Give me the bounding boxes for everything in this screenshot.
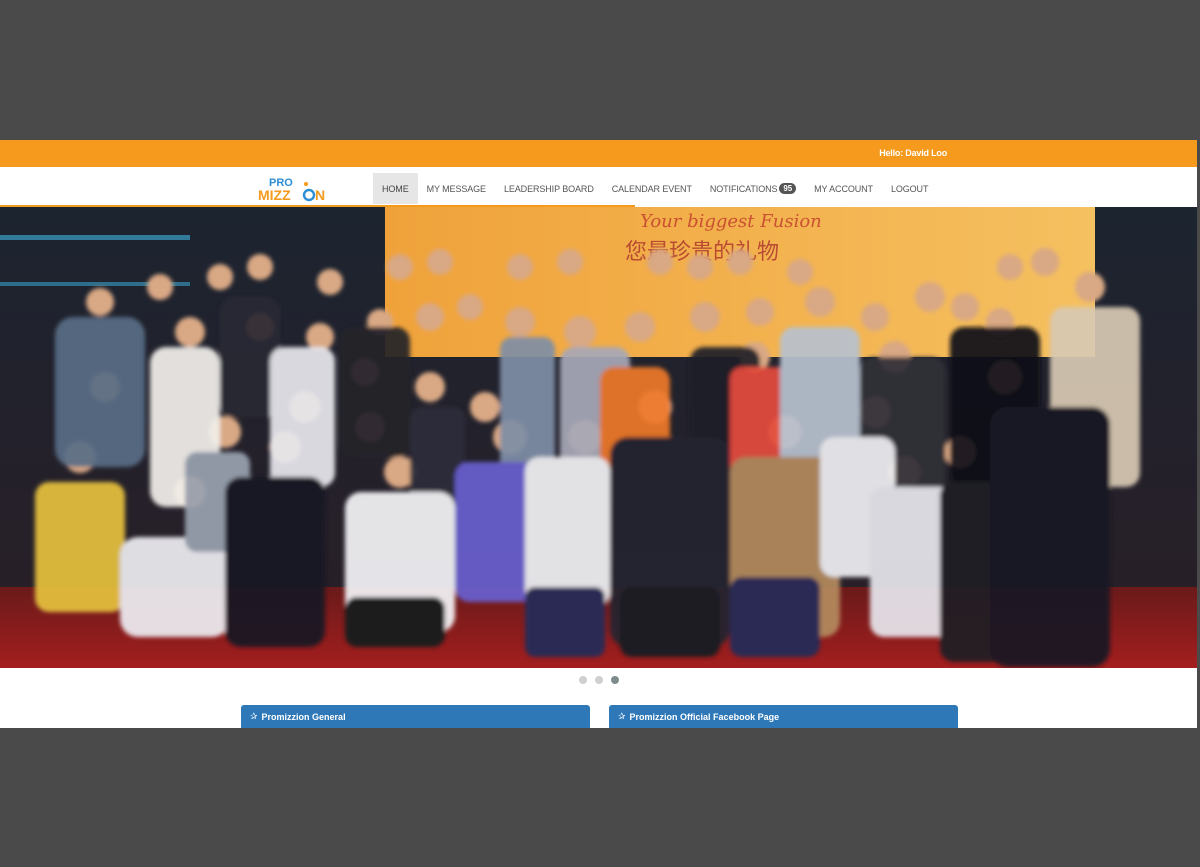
logo-o-ring: [302, 188, 316, 202]
nav-my-account[interactable]: MY ACCOUNT: [805, 173, 882, 204]
top-bar: Hello: David Loo: [0, 140, 1197, 167]
carousel-dot-1[interactable]: [578, 676, 587, 684]
star-icon: ✰: [250, 711, 258, 721]
stage-light-bar: [0, 235, 190, 240]
nav-logout-label: LOGOUT: [890, 183, 929, 194]
panel-title: Promizzion General: [261, 711, 346, 722]
nav-my-message[interactable]: MY MESSAGE: [418, 173, 495, 204]
nav-my-message-label: MY MESSAGE: [426, 183, 486, 194]
browser-viewport: Hello: David Loo PRO MIZZ N HOME MY MESS…: [0, 140, 1197, 728]
logo-text-end: N: [315, 187, 325, 202]
banner-english-text: Your biggest Fusion: [640, 211, 822, 232]
star-icon: ✰: [618, 711, 626, 721]
group-photo: Your biggest Fusion 您最珍贵的礼物: [0, 207, 1197, 668]
nav-notifications[interactable]: NOTIFICATIONS 95: [701, 173, 805, 204]
hero-carousel-slide[interactable]: Your biggest Fusion 您最珍贵的礼物: [0, 207, 1197, 668]
panel-promizzion-general-header[interactable]: ✰ Promizzion General: [241, 705, 590, 728]
notifications-count-badge: 95: [779, 183, 797, 194]
carousel-indicators: [0, 676, 1197, 688]
logo-head-dot: [304, 182, 308, 186]
nav-leadership-board-label: LEADERSHIP BOARD: [503, 183, 594, 194]
main-navbar: PRO MIZZ N HOME MY MESSAGE LEADERSHIP BO…: [0, 167, 1197, 206]
nav-logout[interactable]: LOGOUT: [882, 173, 937, 204]
logo-text-bottom: MIZZ: [258, 187, 291, 202]
nav-calendar-event-label: CALENDAR EVENT: [611, 183, 692, 194]
carousel-dot-3[interactable]: [610, 676, 619, 684]
nav-my-account-label: MY ACCOUNT: [814, 183, 873, 194]
nav-home-label: HOME: [382, 183, 409, 194]
primary-nav: HOME MY MESSAGE LEADERSHIP BOARD CALENDA…: [373, 173, 937, 204]
panel-facebook-page-header[interactable]: ✰ Promizzion Official Facebook Page: [609, 705, 958, 728]
nav-leadership-board[interactable]: LEADERSHIP BOARD: [495, 173, 603, 204]
nav-notifications-label: NOTIFICATIONS: [709, 183, 778, 194]
promizzion-logo[interactable]: PRO MIZZ N: [256, 176, 336, 202]
carousel-dot-2[interactable]: [594, 676, 603, 684]
nav-home[interactable]: HOME: [373, 173, 418, 204]
user-greeting: Hello: David Loo: [879, 148, 947, 158]
nav-calendar-event[interactable]: CALENDAR EVENT: [603, 173, 701, 204]
panel-title: Promizzion Official Facebook Page: [629, 711, 780, 722]
